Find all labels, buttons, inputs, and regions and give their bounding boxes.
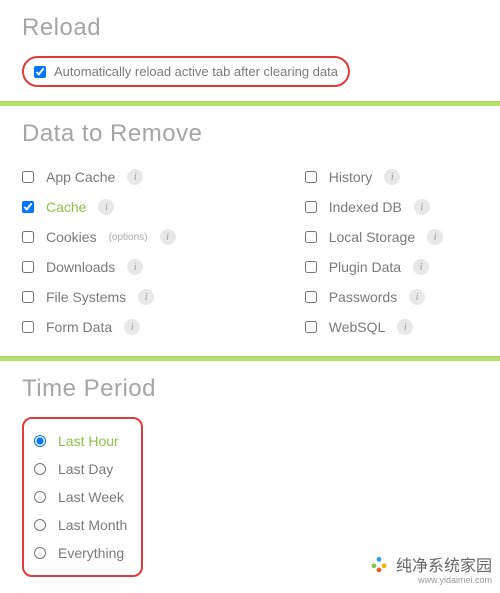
info-icon[interactable]: i (414, 199, 430, 215)
data-option-plugin-data[interactable]: Plugin Data i (305, 252, 478, 282)
data-option-label: Indexed DB (329, 199, 402, 215)
data-option-history[interactable]: History i (305, 162, 478, 192)
reload-checkbox-label: Automatically reload active tab after cl… (54, 64, 338, 79)
data-option-checkbox[interactable] (305, 201, 317, 213)
data-option-label: Downloads (46, 259, 115, 275)
data-col-left: App CacheiCacheiCookies(options)iDownloa… (22, 162, 305, 342)
data-option-passwords[interactable]: Passwords i (305, 282, 478, 312)
data-option-file-systems[interactable]: File Systems i (22, 282, 305, 312)
time-option-radio[interactable] (34, 519, 46, 531)
time-option-label: Last Hour (58, 433, 119, 449)
data-option-label: History (329, 169, 373, 185)
info-icon[interactable]: i (384, 169, 400, 185)
data-option-checkbox[interactable] (305, 261, 317, 273)
time-option-radio[interactable] (34, 435, 46, 447)
data-title: Data to Remove (22, 120, 478, 148)
data-section: Data to Remove App CacheiCacheiCookies(o… (0, 106, 500, 352)
time-option-label: Last Month (58, 517, 127, 533)
info-icon[interactable]: i (427, 229, 443, 245)
data-option-checkbox[interactable] (22, 171, 34, 183)
time-title: Time Period (22, 375, 478, 403)
data-option-checkbox[interactable] (22, 261, 34, 273)
data-option-downloads[interactable]: Downloads i (22, 252, 305, 282)
info-icon[interactable]: i (138, 289, 154, 305)
data-option-indexed-db[interactable]: Indexed DB i (305, 192, 478, 222)
data-option-label: Plugin Data (329, 259, 401, 275)
info-icon[interactable]: i (98, 199, 114, 215)
watermark-icon (368, 553, 390, 575)
time-option-everything[interactable]: Everything (34, 539, 127, 567)
data-option-label: File Systems (46, 289, 126, 305)
info-icon[interactable]: i (127, 259, 143, 275)
data-option-label: App Cache (46, 169, 115, 185)
data-option-checkbox[interactable] (305, 231, 317, 243)
reload-section: Reload Automatically reload active tab a… (0, 0, 500, 97)
time-option-label: Last Week (58, 489, 124, 505)
reload-title: Reload (22, 14, 478, 42)
data-option-websql[interactable]: WebSQL i (305, 312, 478, 342)
time-option-radio[interactable] (34, 463, 46, 475)
data-option-checkbox[interactable] (22, 201, 34, 213)
data-option-label: Passwords (329, 289, 397, 305)
data-option-checkbox[interactable] (22, 231, 34, 243)
data-option-form-data[interactable]: Form Data i (22, 312, 305, 342)
time-option-last-month[interactable]: Last Month (34, 511, 127, 539)
data-option-app-cache[interactable]: App Cache i (22, 162, 305, 192)
reload-checkbox[interactable] (34, 66, 46, 78)
info-icon[interactable]: i (409, 289, 425, 305)
data-option-label: Local Storage (329, 229, 415, 245)
options-badge[interactable]: (options) (109, 232, 148, 243)
watermark-url: www.yidaimei.com (368, 575, 492, 585)
time-option-label: Last Day (58, 461, 113, 477)
data-option-checkbox[interactable] (22, 321, 34, 333)
data-option-checkbox[interactable] (305, 171, 317, 183)
time-options-box: Last Hour Last Day Last Week Last Month Ever… (22, 417, 143, 577)
data-col-right: HistoryiIndexed DBiLocal StorageiPlugin … (305, 162, 478, 342)
data-option-label: Cache (46, 199, 86, 215)
info-icon[interactable]: i (160, 229, 176, 245)
data-option-checkbox[interactable] (305, 321, 317, 333)
data-option-label: Form Data (46, 319, 112, 335)
info-icon[interactable]: i (413, 259, 429, 275)
info-icon[interactable]: i (397, 319, 413, 335)
time-option-last-week[interactable]: Last Week (34, 483, 127, 511)
watermark-text: 纯净系统家园 (396, 552, 492, 576)
time-option-last-day[interactable]: Last Day (34, 455, 127, 483)
data-option-label: WebSQL (329, 319, 386, 335)
watermark: 纯净系统家园 www.yidaimei.com (368, 552, 492, 585)
data-option-cookies[interactable]: Cookies (options) i (22, 222, 305, 252)
data-option-cache[interactable]: Cachei (22, 192, 305, 222)
info-icon[interactable]: i (124, 319, 140, 335)
time-option-last-hour[interactable]: Last Hour (34, 427, 127, 455)
data-option-label: Cookies (46, 229, 97, 245)
time-option-label: Everything (58, 545, 124, 561)
data-grid: App CacheiCacheiCookies(options)iDownloa… (22, 162, 478, 342)
reload-checkbox-row[interactable]: Automatically reload active tab after cl… (22, 56, 350, 87)
data-option-checkbox[interactable] (22, 291, 34, 303)
info-icon[interactable]: i (127, 169, 143, 185)
time-option-radio[interactable] (34, 491, 46, 503)
time-option-radio[interactable] (34, 547, 46, 559)
data-option-local-storage[interactable]: Local Storage i (305, 222, 478, 252)
data-option-checkbox[interactable] (305, 291, 317, 303)
